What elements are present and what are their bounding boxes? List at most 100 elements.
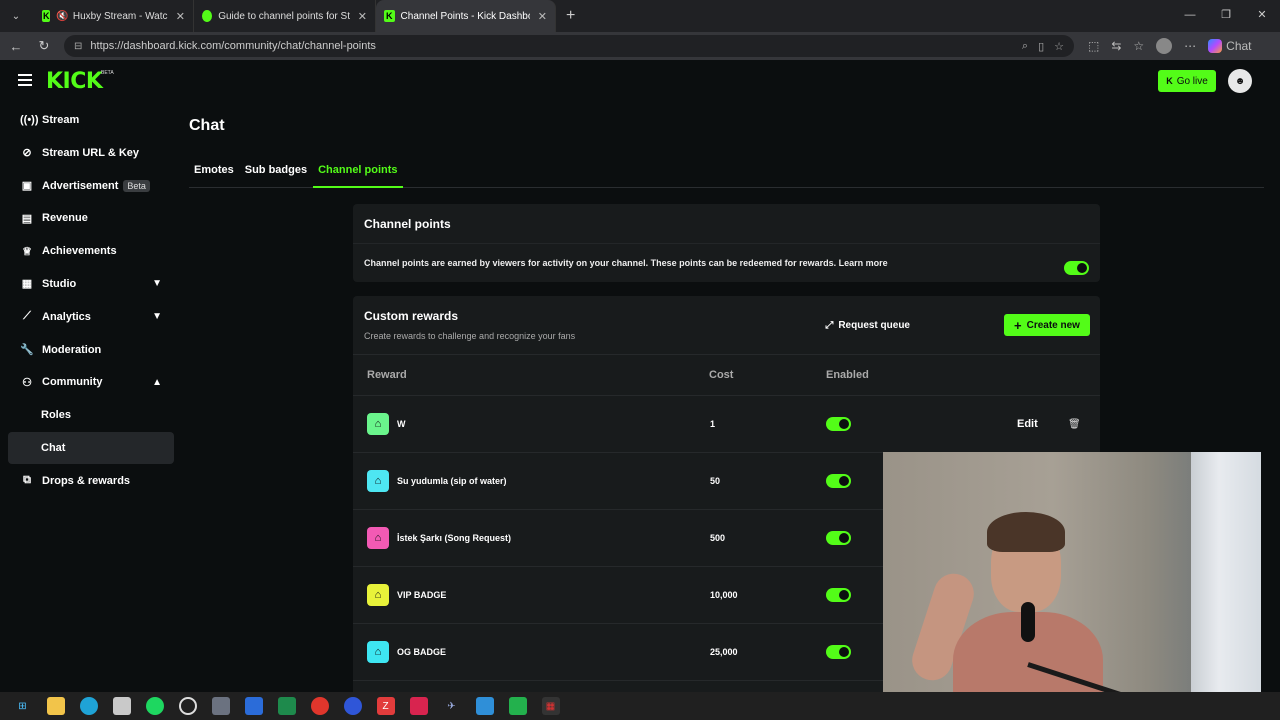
analytics-icon: ⟋ — [23, 310, 31, 323]
browser-tab-1[interactable]: K 🔇 Huxby Stream - Watch Live on ✕ — [34, 0, 194, 32]
sidebar-item-analytics[interactable]: ⟋ Analytics ▼ — [8, 301, 174, 333]
sidebar-item-label: Chat — [41, 441, 66, 454]
top-bar: KICK BETA K Go live ☻ — [0, 60, 1280, 104]
reward-cost: 1 — [710, 419, 716, 429]
grid-app-icon[interactable]: ▦ — [541, 697, 560, 715]
kick-k-icon: K — [1166, 76, 1173, 86]
acrobat-icon[interactable] — [310, 697, 329, 715]
sidebar-item-advertisement[interactable]: ▣ Advertisement Beta — [8, 170, 174, 202]
reward-enabled-toggle[interactable] — [826, 474, 851, 488]
user-avatar[interactable]: ☻ — [1228, 69, 1252, 93]
more-icon[interactable]: ⋯ — [1184, 39, 1196, 53]
chevron-down-icon: ▼ — [152, 311, 162, 323]
request-queue-button[interactable]: ⤢ Request queue — [825, 314, 910, 336]
windows-start-icon[interactable]: ⊞ — [14, 697, 32, 715]
reward-cost: 500 — [710, 533, 726, 543]
tab-label: Channel Points - Kick Dashboard — [400, 10, 530, 22]
tool-icon[interactable]: ✈ — [443, 697, 461, 715]
close-tab-icon[interactable]: ✕ — [538, 10, 547, 23]
window-controls: — ❐ ✕ — [1172, 0, 1280, 32]
z-app-icon[interactable]: Z — [376, 697, 395, 715]
wrench-icon: 🔧 — [20, 344, 34, 357]
maximize-icon[interactable]: ❐ — [1208, 0, 1244, 32]
word-icon[interactable] — [244, 697, 263, 715]
sidebar-item-label: Analytics — [42, 310, 91, 323]
column-cost: Cost — [709, 369, 734, 381]
site-info-icon[interactable]: ⊟ — [74, 41, 82, 52]
url-text: https://dashboard.kick.com/community/cha… — [90, 40, 376, 52]
go-live-button[interactable]: K Go live — [1158, 70, 1216, 92]
url-field[interactable]: ⊟ https://dashboard.kick.com/community/c… — [64, 35, 1074, 57]
reward-icon: ⌂ — [367, 641, 389, 663]
browser-tab-2[interactable]: Guide to channel points for Stream ✕ — [194, 0, 376, 32]
custom-rewards-header: Custom rewards Create rewards to challen… — [353, 296, 1100, 355]
copilot-icon — [1208, 39, 1223, 53]
copilot-button[interactable]: Chat — [1208, 39, 1252, 53]
kick-logo[interactable]: KICK — [46, 69, 103, 94]
sidebar-item-studio[interactable]: ▦ Studio ▼ — [8, 268, 174, 300]
reward-name: W — [397, 419, 406, 429]
sidebar-item-chat[interactable]: Chat — [8, 431, 174, 464]
minimize-icon[interactable]: — — [1172, 0, 1208, 32]
sidebar-item-drops[interactable]: ⧉ Drops & rewards — [8, 465, 174, 497]
close-tab-icon[interactable]: ✕ — [358, 10, 367, 23]
tab-list-icon[interactable]: ⌄ — [4, 4, 28, 28]
create-new-button[interactable]: + Create new — [1004, 314, 1090, 336]
sidebar-item-label: Revenue — [42, 212, 88, 225]
guide-favicon-icon — [202, 10, 213, 22]
reward-cost: 25,000 — [710, 647, 738, 657]
menu-icon[interactable] — [18, 74, 32, 86]
close-tab-icon[interactable]: ✕ — [176, 10, 185, 23]
tab-emotes[interactable]: Emotes — [189, 156, 239, 188]
spotify-icon[interactable] — [145, 697, 164, 715]
muted-speaker-icon[interactable]: 🔇 — [56, 11, 68, 22]
extensions-icon[interactable]: ⬚ — [1088, 39, 1099, 53]
favorites-icon[interactable]: ☆ — [1133, 39, 1144, 53]
reader-icon[interactable]: ▯ — [1038, 40, 1044, 53]
kick-favicon-icon: K — [384, 10, 395, 22]
sidebar-item-stream[interactable]: ((•)) Stream — [8, 104, 174, 136]
tab-label: Huxby Stream - Watch Live on — [72, 10, 168, 22]
reward-enabled-toggle[interactable] — [826, 645, 851, 659]
edit-button[interactable]: Edit — [1017, 418, 1038, 430]
sidebar-item-revenue[interactable]: ▤ Revenue — [8, 202, 174, 234]
trash-icon[interactable]: 🗑 — [1068, 419, 1081, 430]
reward-icon: ⌂ — [367, 527, 389, 549]
reward-enabled-toggle[interactable] — [826, 417, 851, 431]
rewards-table-header: Reward Cost Enabled — [353, 355, 1100, 396]
browser-tab-3[interactable]: K Channel Points - Kick Dashboard ✕ — [376, 0, 556, 32]
file-explorer-icon[interactable] — [46, 697, 65, 715]
new-tab-icon[interactable]: + — [566, 7, 575, 25]
sidebar-item-label: Moderation — [42, 343, 102, 356]
excel-icon[interactable] — [277, 697, 296, 715]
sidebar-item-roles[interactable]: Roles — [8, 399, 174, 431]
calculator-icon[interactable] — [211, 697, 230, 715]
tab-sub-badges[interactable]: Sub badges — [240, 156, 312, 188]
doc-app-icon[interactable] — [475, 697, 494, 715]
split-screen-icon[interactable]: ⇆ — [1111, 39, 1121, 53]
reward-icon: ⌂ — [367, 413, 389, 435]
sidebar-item-community[interactable]: ⚇ Community ▲ — [8, 366, 174, 398]
obs-icon[interactable] — [178, 697, 197, 715]
zoom-icon[interactable]: ⌕ — [1022, 40, 1028, 53]
channel-points-toggle[interactable] — [1064, 261, 1089, 275]
reward-enabled-toggle[interactable] — [826, 531, 851, 545]
go-live-label: Go live — [1176, 75, 1208, 87]
profile-avatar[interactable] — [1156, 38, 1173, 54]
edge-icon[interactable] — [79, 697, 98, 715]
sidebar-item-label: Roles — [41, 409, 71, 422]
signal-icon[interactable] — [343, 697, 362, 715]
sidebar-item-achievements[interactable]: ♕ Achievements — [8, 235, 174, 267]
red-app-icon[interactable] — [409, 697, 428, 715]
tab-channel-points[interactable]: Channel points — [313, 156, 403, 188]
favorite-icon[interactable]: ☆ — [1054, 40, 1064, 53]
app-icon[interactable] — [112, 697, 131, 715]
back-icon[interactable]: ← — [4, 39, 28, 54]
green-app-icon[interactable] — [508, 697, 527, 715]
reward-enabled-toggle[interactable] — [826, 588, 851, 602]
sidebar-item-moderation[interactable]: 🔧 Moderation — [8, 334, 174, 366]
reload-icon[interactable]: ↻ — [32, 38, 56, 54]
queue-icon: ⤢ — [825, 319, 834, 331]
sidebar-item-stream-url[interactable]: ⊘ Stream URL & Key — [8, 137, 174, 169]
close-window-icon[interactable]: ✕ — [1244, 0, 1280, 32]
